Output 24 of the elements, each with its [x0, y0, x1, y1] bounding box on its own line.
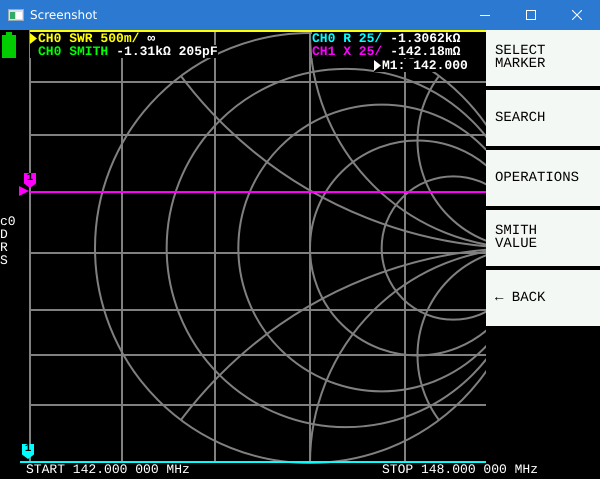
marker-label[interactable]: 1	[24, 173, 36, 188]
battery-icon	[2, 32, 16, 58]
menu-button[interactable]: OPERATIONS	[486, 150, 600, 206]
trace-label: CH1 X 25/	[312, 45, 382, 58]
trace-value: -1.31kΩ 205pF	[116, 45, 218, 58]
menu-button[interactable]: ← BACK	[486, 270, 600, 326]
marker-label[interactable]: 1	[22, 444, 34, 459]
trace-value: -142.18mΩ	[390, 45, 460, 58]
trace-value: ∞	[147, 32, 156, 45]
menu-button[interactable]: SMITH VALUE	[486, 210, 600, 266]
trace-label: CH0 R 25/	[312, 32, 382, 45]
trace-label: CH0 SMITH	[38, 45, 108, 58]
app-icon	[8, 9, 24, 21]
maximize-icon	[526, 10, 536, 20]
trace-label: CH0 SWR 500m/	[38, 32, 140, 45]
reference-pointer-icon	[19, 186, 29, 196]
close-icon	[572, 10, 582, 20]
marker-pointer-icon	[374, 60, 381, 71]
menu-button[interactable]: SEARCH	[486, 90, 600, 146]
menu-button[interactable]: SELECT MARKER	[486, 30, 600, 86]
side-label: c0	[0, 215, 16, 228]
window-title: Screenshot	[30, 8, 98, 22]
marker-readout: M1: 142.000	[382, 59, 468, 72]
trace-value: -1.3062kΩ	[390, 32, 460, 45]
